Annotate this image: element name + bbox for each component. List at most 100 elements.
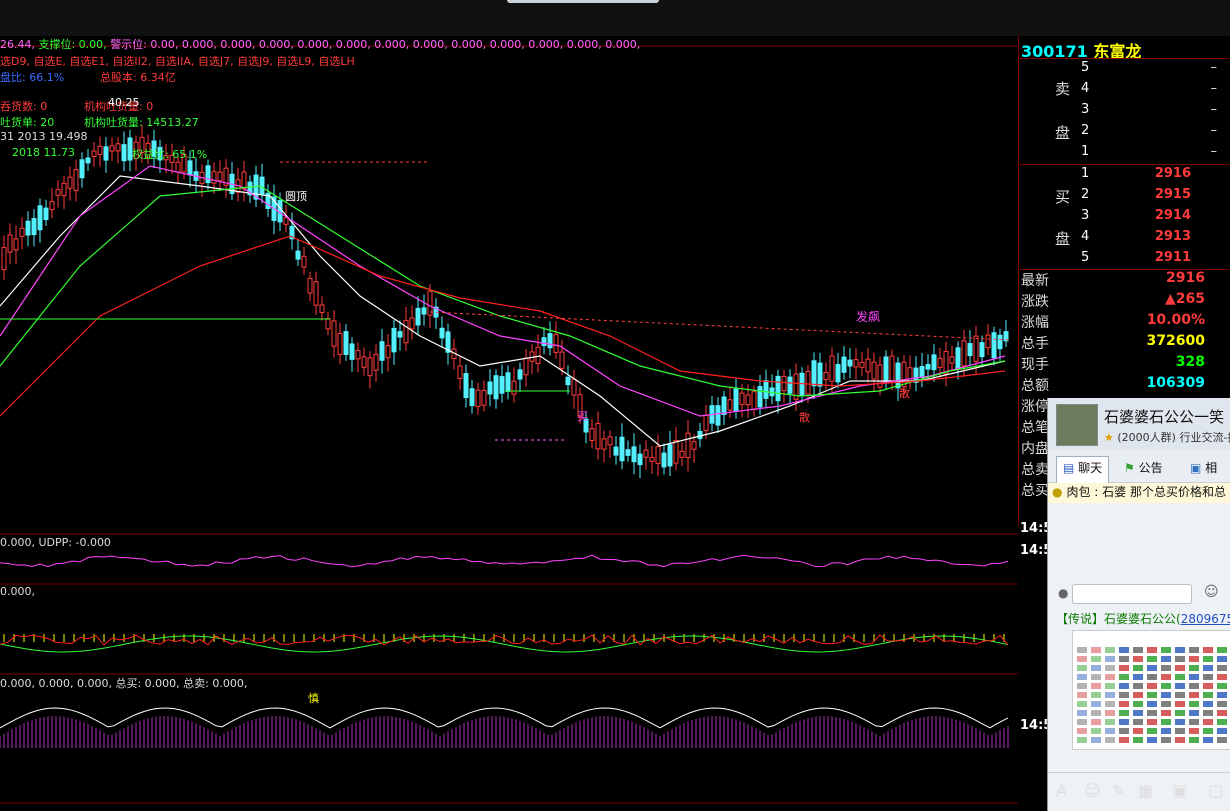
group-avatar[interactable] [1056, 404, 1098, 446]
group-id-link[interactable]: 28096759 [1181, 612, 1230, 626]
candle-body [739, 392, 745, 405]
candle-body [727, 399, 733, 411]
table-cell [1203, 647, 1213, 653]
table-cell [1077, 647, 1087, 653]
quote-row: 涨幅 10.00% [1021, 312, 1230, 333]
table-cell [1175, 647, 1185, 653]
table-cell [1217, 710, 1227, 716]
bid-row[interactable]: 2 2915 [1019, 187, 1230, 208]
table-cell [1077, 719, 1087, 725]
bid-row[interactable]: 1 2916 [1019, 166, 1230, 187]
image-icon[interactable]: ▣ [1172, 781, 1187, 800]
candle-body [517, 369, 523, 380]
table-cell [1189, 701, 1199, 707]
candle-body [859, 361, 865, 368]
table-cell [1105, 719, 1115, 725]
quote-row: 最新 2916 [1021, 270, 1230, 291]
shared-table-image[interactable] [1072, 630, 1230, 750]
table-cell [1161, 728, 1171, 734]
table-cell [1203, 683, 1213, 689]
table-cell [1175, 656, 1185, 662]
candle-body [499, 376, 505, 394]
kline-chart-area[interactable]: 26.44, 支撑位: 0.00, 警示位: 0.00, 0.000, 0.00… [0, 36, 1018, 811]
table-cell [1133, 647, 1143, 653]
folder-icon[interactable]: ▢ [1208, 781, 1223, 800]
image-icon: ▣ [1190, 461, 1202, 475]
buy-tag-3: 散 [899, 387, 910, 400]
candle-body [325, 318, 331, 330]
window-top-bar [0, 0, 1230, 37]
ask-row[interactable]: 5– [1019, 60, 1230, 81]
ask-row[interactable]: 1– [1019, 144, 1230, 165]
candle-body [457, 365, 463, 379]
table-cell [1133, 701, 1143, 707]
candle-body [217, 171, 223, 182]
candle-body [841, 356, 847, 373]
info-line-3-right: 总股本: 6.34亿 [100, 71, 176, 84]
chat-legend-text: 【传说】石婆婆石公公(28096759 [1056, 610, 1230, 627]
tab-album[interactable]: ▣ 相 [1190, 456, 1217, 484]
table-cell [1175, 692, 1185, 698]
table-cell [1217, 728, 1227, 734]
table-cell [1119, 647, 1129, 653]
candle-body [961, 340, 967, 367]
candle-body [595, 422, 601, 450]
table-cell [1091, 719, 1101, 725]
table-cell [1175, 701, 1185, 707]
table-cell [1147, 710, 1157, 716]
quote-label: 内盘 [1021, 441, 1049, 457]
table-cell [1105, 737, 1115, 743]
candle-body [631, 446, 637, 463]
moving-averages [0, 165, 1006, 447]
poke-icon[interactable]: ✎ [1112, 781, 1125, 800]
bid-row[interactable]: 3 2914 [1019, 208, 1230, 229]
font-icon[interactable]: A [1056, 781, 1067, 800]
bid-row[interactable]: 4 2913 [1019, 229, 1230, 250]
fire-label: 发飙 [856, 310, 881, 324]
table-cell [1189, 728, 1199, 734]
table-cell [1133, 692, 1143, 698]
candlesticks [1, 124, 1009, 479]
microphone-icon[interactable]: ● [1058, 586, 1068, 600]
candle-body [997, 334, 1003, 350]
table-cell [1161, 710, 1171, 716]
table-cell [1161, 683, 1171, 689]
table-cell [1105, 647, 1115, 653]
candle-body [685, 432, 691, 459]
tab-chat[interactable]: ▤ 聊天 [1056, 456, 1110, 484]
ref-line-mid [429, 311, 1011, 341]
emoji-icon[interactable]: ☺ [1204, 584, 1219, 600]
quote-label: 总笔 [1021, 420, 1049, 436]
candle-body [367, 357, 373, 377]
candle-body [373, 353, 379, 371]
candle-body [331, 320, 337, 347]
ask-row[interactable]: 4– [1019, 81, 1230, 102]
ask-row[interactable]: 3– [1019, 102, 1230, 123]
table-cell [1189, 710, 1199, 716]
chat-window[interactable]: 石婆婆石公公一笑 ★ (2000人群) 行业交流-投 ▤ 聊天 ⚑ 公告 ▣ 相… [1047, 398, 1230, 811]
candle-body [805, 370, 811, 395]
emoji-icon[interactable]: ☺ [1084, 781, 1101, 800]
table-cell [1203, 656, 1213, 662]
group-name[interactable]: 石婆婆石公公一笑 [1104, 406, 1224, 427]
gift-icon[interactable]: ▦ [1138, 781, 1153, 800]
candle-body [391, 327, 397, 353]
table-cell [1091, 656, 1101, 662]
candle-body [487, 381, 493, 395]
buy-tag-1: 买 [577, 410, 588, 423]
group-subtitle: ★ (2000人群) 行业交流-投 [1104, 431, 1230, 444]
table-cell [1189, 674, 1199, 680]
tab-announcement[interactable]: ⚑ 公告 [1124, 456, 1163, 484]
ask-row[interactable]: 2– [1019, 123, 1230, 144]
chat-input[interactable] [1072, 584, 1192, 604]
table-cell [1119, 674, 1129, 680]
table-cell [1077, 737, 1087, 743]
candle-body [559, 351, 565, 369]
window-tab[interactable] [507, 0, 659, 3]
chat-tabs: ▤ 聊天 ⚑ 公告 ▣ 相 [1048, 450, 1230, 484]
table-cell [1105, 674, 1115, 680]
bid-row[interactable]: 5 2911 [1019, 250, 1230, 271]
table-cell [1105, 710, 1115, 716]
chat-toolbar: A ☺ ✎ ▦ ▣ ▢ [1048, 772, 1230, 811]
candle-body [121, 144, 127, 162]
